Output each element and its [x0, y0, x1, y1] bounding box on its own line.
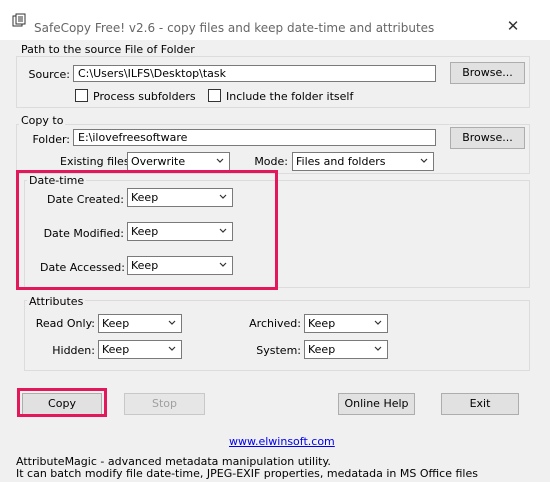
- source-group-title: Path to the source File of Folder: [19, 43, 197, 56]
- chevron-down-icon: [374, 320, 382, 325]
- existing-files-value: Overwrite: [131, 155, 186, 168]
- system-label: System:: [256, 344, 301, 357]
- source-path-input[interactable]: C:\Users\ILFS\Desktop\task: [73, 65, 436, 82]
- hidden-value: Keep: [102, 343, 130, 356]
- source-label: Source:: [28, 68, 71, 81]
- include-folder-label: Include the folder itself: [226, 90, 354, 103]
- read-only-label: Read Only:: [35, 317, 95, 330]
- copy-to-group-title: Copy to: [19, 114, 66, 127]
- chevron-down-icon: [420, 158, 428, 163]
- system-select[interactable]: Keep: [304, 340, 388, 359]
- include-folder-checkbox[interactable]: Include the folder itself: [208, 89, 353, 103]
- mode-select[interactable]: Files and folders: [292, 152, 434, 171]
- attributes-group: [24, 300, 530, 371]
- mode-label: Mode:: [254, 155, 288, 168]
- include-folder-box[interactable]: [208, 89, 221, 102]
- copy-highlight-box: [17, 388, 107, 417]
- hidden-select[interactable]: Keep: [98, 340, 182, 359]
- app-window: SafeCopy Free! v2.6 - copy files and kee…: [0, 0, 550, 482]
- datetime-highlight-box: [16, 170, 278, 290]
- read-only-select[interactable]: Keep: [98, 314, 182, 333]
- mode-value: Files and folders: [296, 155, 386, 168]
- process-subfolders-label: Process subfolders: [93, 90, 196, 103]
- app-icon: [12, 13, 26, 27]
- chevron-down-icon: [216, 158, 224, 163]
- read-only-value: Keep: [102, 317, 130, 330]
- destination-folder-input[interactable]: E:\ilovefreesoftware: [73, 129, 436, 146]
- system-value: Keep: [308, 343, 336, 356]
- archived-value: Keep: [308, 317, 336, 330]
- online-help-button[interactable]: Online Help: [338, 393, 415, 415]
- hidden-label: Hidden:: [52, 344, 95, 357]
- footer-line-2: It can batch modify file date-time, JPEG…: [16, 467, 478, 480]
- folder-label: Folder:: [32, 133, 70, 146]
- chevron-down-icon: [168, 320, 176, 325]
- chevron-down-icon: [168, 346, 176, 351]
- window-title: SafeCopy Free! v2.6 - copy files and kee…: [34, 21, 435, 35]
- exit-button[interactable]: Exit: [441, 393, 519, 415]
- chevron-down-icon: [374, 346, 382, 351]
- existing-files-select[interactable]: Overwrite: [127, 152, 230, 171]
- close-icon[interactable]: ✕: [499, 14, 527, 38]
- process-subfolders-checkbox[interactable]: Process subfolders: [75, 89, 196, 103]
- website-link[interactable]: www.elwinsoft.com: [229, 435, 335, 448]
- attributes-group-title: Attributes: [27, 295, 86, 308]
- process-subfolders-box[interactable]: [75, 89, 88, 102]
- title-bar: SafeCopy Free! v2.6 - copy files and kee…: [0, 0, 550, 40]
- source-browse-button[interactable]: Browse...: [450, 62, 525, 84]
- destination-browse-button[interactable]: Browse...: [450, 127, 525, 149]
- archived-label: Archived:: [249, 317, 301, 330]
- archived-select[interactable]: Keep: [304, 314, 388, 333]
- existing-files-label: Existing files:: [60, 155, 134, 168]
- stop-button[interactable]: Stop: [124, 393, 205, 415]
